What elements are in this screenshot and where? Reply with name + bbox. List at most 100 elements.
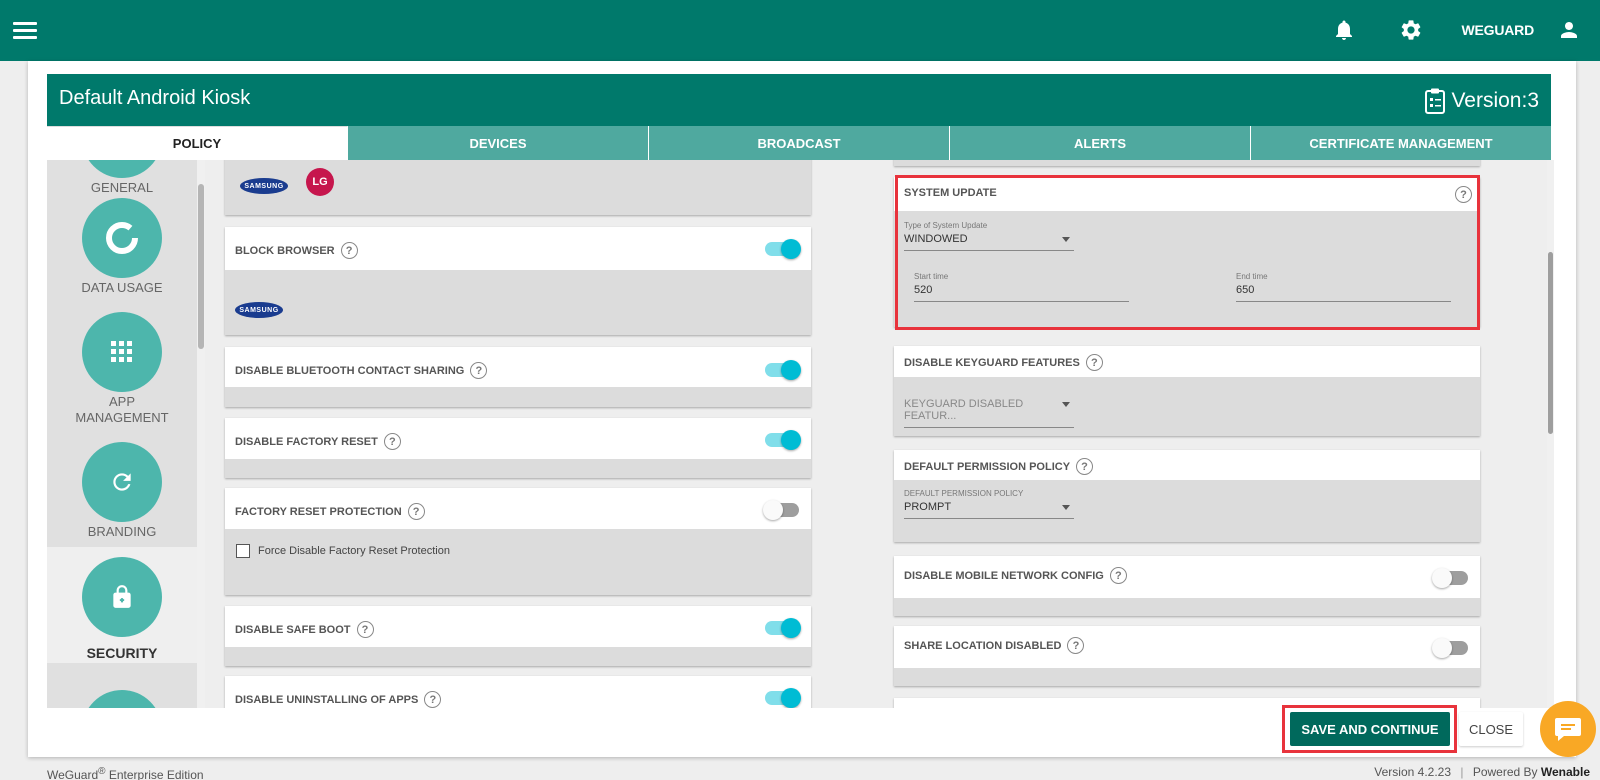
settings-gear-icon[interactable] (1399, 18, 1423, 42)
title-text: DEFAULT PERMISSION POLICY (904, 460, 1071, 473)
uninstall-apps-toggle[interactable] (765, 688, 801, 708)
bluetooth-sharing-toggle[interactable] (765, 360, 801, 380)
policy-title: Default Android Kiosk (59, 87, 251, 109)
help-icon[interactable]: ? (356, 621, 374, 638)
factory-reset-toggle[interactable] (765, 430, 801, 450)
panel-title: DISABLE MOBILE NETWORK CONFIG ? (904, 567, 1127, 584)
version-text: Version:3 (1451, 89, 1539, 112)
refresh-icon (82, 442, 162, 522)
field-label: DEFAULT PERMISSION POLICY (904, 489, 1024, 498)
block-browser-toggle[interactable] (765, 239, 801, 259)
title-text: DISABLE UNINSTALLING OF APPS (235, 693, 419, 706)
powered-by-label: Powered By (1472, 765, 1538, 779)
version-number: Version 4.2.23 (1374, 765, 1452, 779)
sidebar-item-label: DATA USAGE (81, 280, 163, 295)
help-icon[interactable]: ? (383, 433, 401, 450)
sidebar-item-more[interactable] (47, 690, 197, 708)
help-icon[interactable]: ? (1085, 354, 1103, 371)
panel-header: DISABLE MOBILE NETWORK CONFIG ? (894, 556, 1480, 598)
tab-devices[interactable]: DEVICES (348, 126, 649, 160)
share-location-panel: SHARE LOCATION DISABLED ? (894, 626, 1480, 686)
panel-header: DISABLE UNINSTALLING OF APPS ? (225, 676, 811, 708)
share-location-toggle[interactable] (1432, 638, 1468, 658)
close-button[interactable]: CLOSE (1459, 712, 1523, 746)
help-icon[interactable]: ? (1076, 458, 1094, 475)
panel-header: DISABLE SAFE BOOT ? (225, 606, 811, 647)
tab-bar: POLICY DEVICES BROADCAST ALERTS CERTIFIC… (47, 126, 1551, 160)
title-text: FACTORY RESET PROTECTION (235, 505, 402, 518)
title-text: DISABLE MOBILE NETWORK CONFIG (904, 569, 1104, 582)
sidebar-item-data-usage[interactable]: DATA USAGE (47, 198, 197, 296)
title-text: SHARE LOCATION DISABLED (904, 639, 1062, 652)
save-and-continue-button[interactable]: SAVE AND CONTINUE (1290, 712, 1450, 746)
manufacturer-logos-panel: SAMSUNG LG (225, 160, 811, 215)
mobile-network-config-panel: DISABLE MOBILE NETWORK CONFIG ? (894, 556, 1480, 616)
sidebar-item-label: SECURITY (86, 645, 158, 661)
tab-certificate-management[interactable]: CERTIFICATE MANAGEMENT (1251, 126, 1551, 160)
title-text: DISABLE FACTORY RESET (235, 435, 378, 448)
panel-header: DISABLE BLUETOOTH CONTACT SHARING ? (225, 347, 811, 387)
policy-header: Default Android Kiosk Version:3 (47, 74, 1551, 126)
panel-header: DISABLE FACTORY RESET ? (225, 418, 811, 459)
user-account-icon[interactable] (1557, 18, 1581, 42)
safe-boot-panel: DISABLE SAFE BOOT ? (225, 606, 811, 666)
label-line-2: MANAGEMENT (75, 410, 169, 425)
force-disable-frp-checkbox[interactable] (236, 544, 250, 558)
keyguard-features-panel: DISABLE KEYGUARD FEATURES ? KEYGUARD DIS… (894, 346, 1480, 436)
panel-header: DEFAULT PERMISSION POLICY ? (894, 450, 1480, 480)
clipboard-list-icon (1425, 88, 1446, 114)
version-label: Version:3 (1425, 88, 1539, 114)
notification-bell-icon[interactable] (1332, 18, 1356, 42)
title-text: DISABLE BLUETOOTH CONTACT SHARING (235, 364, 465, 377)
help-icon[interactable]: ? (1109, 567, 1127, 584)
apps-grid-icon (82, 312, 162, 392)
help-icon[interactable]: ? (424, 691, 442, 708)
factory-reset-protection-toggle[interactable] (763, 500, 799, 520)
keyguard-features-select[interactable]: KEYGUARD DISABLED FEATUR... (904, 395, 1074, 428)
hamburger-menu-icon[interactable] (13, 22, 37, 40)
sidebar-item-branding[interactable]: BRANDING (47, 442, 197, 540)
footer-edition: WeGuard® Enterprise Edition (47, 766, 204, 780)
permission-policy-select[interactable]: DEFAULT PERMISSION POLICY PROMPT (904, 489, 1074, 519)
help-icon[interactable]: ? (470, 362, 488, 379)
general-icon (82, 160, 162, 178)
scrollbar-thumb[interactable] (1548, 252, 1553, 434)
footer-version: Version 4.2.23 | Powered By Wenable (1374, 765, 1590, 779)
force-disable-frp-label: Force Disable Factory Reset Protection (258, 545, 450, 557)
panel-header: DISABLE KEYGUARD FEATURES ? (894, 346, 1480, 377)
help-icon[interactable]: ? (1067, 637, 1085, 654)
chevron-down-icon (1062, 402, 1070, 407)
previous-panel-edge (894, 160, 1480, 166)
top-app-bar: WEGUARD (0, 0, 1600, 61)
help-icon[interactable]: ? (340, 242, 358, 259)
panel-title: SHARE LOCATION DISABLED ? (904, 637, 1085, 654)
content-scrollbar[interactable] (1547, 160, 1554, 708)
mobile-network-config-toggle[interactable] (1432, 568, 1468, 588)
panel-title: DEFAULT PERMISSION POLICY ? (904, 458, 1094, 475)
panel-title: DISABLE FACTORY RESET ? (235, 433, 401, 450)
permission-policy-panel: DEFAULT PERMISSION POLICY ? DEFAULT PERM… (894, 450, 1480, 542)
tab-policy[interactable]: POLICY (47, 126, 348, 160)
sidebar-item-app-management[interactable]: APP MANAGEMENT (47, 312, 197, 426)
panel-title: DISABLE SAFE BOOT ? (235, 621, 374, 638)
lock-icon (82, 557, 162, 637)
panel-title: FACTORY RESET PROTECTION ? (235, 503, 425, 520)
chat-support-button[interactable] (1540, 701, 1596, 757)
tab-broadcast[interactable]: BROADCAST (649, 126, 950, 160)
sidebar-item-security[interactable]: SECURITY (47, 547, 197, 663)
policy-sidebar: GENERAL DATA USAGE APP MANAGEMENT BRANDI… (47, 160, 197, 708)
sidebar-scrollbar[interactable] (197, 160, 205, 708)
tab-alerts[interactable]: ALERTS (950, 126, 1251, 160)
chevron-down-icon (1062, 505, 1070, 510)
sidebar-item-label: APP MANAGEMENT (47, 394, 197, 426)
policy-content: SAMSUNG LG BLOCK BROWSER ? SAMSUNG DISAB… (205, 160, 1551, 708)
sidebar-item-general[interactable]: GENERAL (47, 160, 197, 196)
system-update-highlight (895, 175, 1480, 330)
panel-title: DISABLE BLUETOOTH CONTACT SHARING ? (235, 362, 488, 379)
safe-boot-toggle[interactable] (765, 618, 801, 638)
scrollbar-thumb[interactable] (198, 184, 204, 349)
user-name[interactable]: WEGUARD (1462, 22, 1535, 38)
sidebar-item-label: GENERAL (90, 180, 154, 195)
help-icon[interactable]: ? (407, 503, 425, 520)
samsung-logo: SAMSUNG (235, 302, 283, 318)
